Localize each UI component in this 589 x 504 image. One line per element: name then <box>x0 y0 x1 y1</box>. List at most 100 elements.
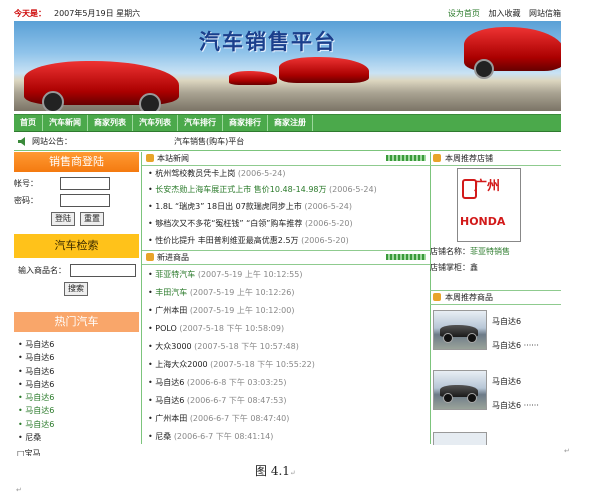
top-links: 设为首页 加入收藏 网站信箱 <box>442 8 561 19</box>
site-notice: 网站公告： 汽车销售(购车)平台 <box>14 134 561 151</box>
login-form: 帐号： 密码： 登陆 重置 <box>14 172 139 234</box>
nav-dealer-ranking[interactable]: 商家排行 <box>223 115 268 131</box>
today-label: 今天是： <box>14 9 46 18</box>
recommended-car-photo[interactable] <box>433 310 487 350</box>
hot-car-item-cut[interactable]: □宝马 <box>17 448 41 456</box>
box-icon <box>433 154 441 162</box>
products-section-title: 新进商品 <box>157 253 189 262</box>
news-item[interactable]: • 够档次又不多花“冤枉钱” “白领”购车推荐 (2006-5-20) <box>148 217 353 230</box>
product-item[interactable]: • 马自达6 (2006-6-7 下午 08:47:53) <box>148 394 286 407</box>
shop-owner-label: 店铺掌柜： <box>430 263 470 272</box>
weekly-shop-header: 本周推荐店铺 <box>430 152 561 166</box>
product-item[interactable]: • 广州本田 (2007-5-19 上午 10:12:00) <box>148 304 294 317</box>
paragraph-mark: ↵ <box>564 447 570 455</box>
banner-car-image <box>279 57 369 83</box>
hot-car-item[interactable]: • 马自达6 <box>18 404 139 417</box>
more-news-link[interactable] <box>386 155 426 161</box>
recommended-car-extra: 马自达6 ······ <box>492 401 539 410</box>
recommended-car-name[interactable]: 马自达6 <box>492 376 521 387</box>
products-section-header: 新进商品 <box>142 250 430 265</box>
shop-name-label: 店铺名称： <box>430 247 470 256</box>
news-item[interactable]: • 长安杰勋上海车展正式上市 售价10.48-14.98万 (2006-5-24… <box>148 183 377 196</box>
hot-car-item[interactable]: • 马自达6 <box>18 351 139 364</box>
set-home-link[interactable]: 设为首页 <box>448 9 480 18</box>
nav-car-list[interactable]: 汽车列表 <box>133 115 178 131</box>
left-sidebar: 销售商登陆 帐号： 密码： 登陆 重置 汽车检索 输入商品名： 搜索 热门汽车 … <box>14 152 139 442</box>
search-form: 输入商品名： 搜索 <box>14 258 139 312</box>
hot-car-item[interactable]: • 马自达6 <box>18 418 139 431</box>
weekly-products-title: 本周推荐商品 <box>445 293 493 302</box>
hot-car-item[interactable]: • 尼桑 <box>18 431 139 444</box>
add-favorite-link[interactable]: 加入收藏 <box>488 9 520 18</box>
box-icon <box>433 293 441 301</box>
password-label: 密码： <box>14 196 38 205</box>
contact-mailbox-link[interactable]: 网站信箱 <box>529 9 561 18</box>
news-item[interactable]: • 性价比提升 丰田普利维亚最高优惠2.5万 (2006-5-20) <box>148 234 349 247</box>
hot-cars-heading: 热门汽车 <box>14 312 139 332</box>
product-item[interactable]: • 广州本田 (2006-6-7 下午 08:47:40) <box>148 412 289 425</box>
weekly-shop-title: 本周推荐店铺 <box>445 154 493 163</box>
banner-car-wheel <box>474 59 494 79</box>
figure-caption: 图 4.1↵ <box>255 464 296 478</box>
nav-dealer-list[interactable]: 商家列表 <box>88 115 133 131</box>
news-item[interactable]: • 杭州驾校教员凭卡上岗 (2006-5-24) <box>148 167 285 180</box>
reset-button[interactable]: 重置 <box>80 212 104 226</box>
speaker-icon <box>18 137 25 146</box>
search-button[interactable]: 搜索 <box>64 282 88 296</box>
notice-label: 网站公告： <box>32 137 72 146</box>
site-title: 汽车销售平台 <box>199 29 337 54</box>
banner-car-wheel <box>42 91 64 111</box>
recommended-car-name[interactable]: 马自达6 <box>492 316 521 327</box>
nav-home[interactable]: 首页 <box>14 115 43 131</box>
current-date: 2007年5月19日 星期六 <box>54 9 141 18</box>
shop-name: 店铺名称：菲亚特销售 <box>430 246 510 257</box>
shop-owner-value: 鑫 <box>470 263 478 272</box>
notice-text: 汽车销售(购车)平台 <box>174 137 245 146</box>
logo-city-text: 广州 <box>474 179 501 194</box>
car-search-heading: 汽车检索 <box>14 234 139 258</box>
account-label: 帐号： <box>14 179 38 188</box>
header-banner: 汽车销售平台 <box>14 21 561 111</box>
product-name-label: 输入商品名： <box>18 266 66 275</box>
news-section-header: 本站新闻 <box>142 152 430 166</box>
right-sidebar: 本周推荐店铺 广州 HONDA 店铺名称：菲亚特销售 店铺掌柜：鑫 本周推荐商品… <box>430 152 561 445</box>
news-section-title: 本站新闻 <box>157 154 189 163</box>
shop-name-value[interactable]: 菲亚特销售 <box>470 247 510 256</box>
more-products-link[interactable] <box>386 254 426 260</box>
recommended-car-extra: 马自达6 ······ <box>492 341 539 350</box>
honda-logo[interactable]: 广州 HONDA <box>457 168 521 242</box>
password-input[interactable] <box>60 194 110 207</box>
banner-car-wheel <box>139 93 161 111</box>
logo-brand-text: HONDA <box>460 215 506 228</box>
shop-owner: 店铺掌柜：鑫 <box>430 262 478 273</box>
product-item[interactable]: • 菲亚特汽车 (2007-5-19 上午 10:12:55) <box>148 268 302 281</box>
top-bar: 今天是： 2007年5月19日 星期六 设为首页 加入收藏 网站信箱 <box>14 8 561 21</box>
nav-dealer-register[interactable]: 商家注册 <box>268 115 313 131</box>
product-item[interactable]: • 尼桑 (2006-6-7 下午 08:41:14) <box>148 430 273 443</box>
product-item[interactable]: • 上海大众2000 (2007-5-18 下午 10:55:22) <box>148 358 315 371</box>
recommended-car-photo[interactable] <box>433 370 487 410</box>
nav-car-news[interactable]: 汽车新闻 <box>43 115 88 131</box>
product-item[interactable]: • POLO (2007-5-18 下午 10:58:09) <box>148 322 284 335</box>
login-button[interactable]: 登陆 <box>51 212 75 226</box>
hot-cars-list: • 马自达6 • 马自达6 • 马自达6 • 马自达6 • 马自达6 • 马自达… <box>14 332 139 444</box>
main-content: 本站新闻 • 杭州驾校教员凭卡上岗 (2006-5-24) • 长安杰勋上海车展… <box>141 152 431 444</box>
paragraph-mark: ↵ <box>16 486 22 494</box>
product-item[interactable]: • 马自达6 (2006-6-8 下午 03:03:25) <box>148 376 286 389</box>
nav-car-ranking[interactable]: 汽车排行 <box>178 115 223 131</box>
hot-car-item[interactable]: • 马自达6 <box>18 391 139 404</box>
account-input[interactable] <box>60 177 110 190</box>
dealer-login-heading: 销售商登陆 <box>14 152 139 172</box>
main-nav: 首页 汽车新闻 商家列表 汽车列表 汽车排行 商家排行 商家注册 <box>14 114 561 132</box>
hot-car-item[interactable]: • 马自达6 <box>18 338 139 351</box>
recommended-car-photo[interactable] <box>433 432 487 445</box>
banner-car-image <box>229 71 277 85</box>
hot-car-item[interactable]: • 马自达6 <box>18 365 139 378</box>
product-name-input[interactable] <box>70 264 136 277</box>
weekly-products-header: 本周推荐商品 <box>430 290 561 305</box>
hot-car-item[interactable]: • 马自达6 <box>18 378 139 391</box>
product-item[interactable]: • 丰田汽车 (2007-5-19 上午 10:12:26) <box>148 286 294 299</box>
news-item[interactable]: • 1.8L “瑞虎3” 18日出 07款瑞虎同步上市 (2006-5-24) <box>148 200 352 213</box>
box-icon <box>146 154 154 162</box>
product-item[interactable]: • 大众3000 (2007-5-18 下午 10:57:48) <box>148 340 299 353</box>
